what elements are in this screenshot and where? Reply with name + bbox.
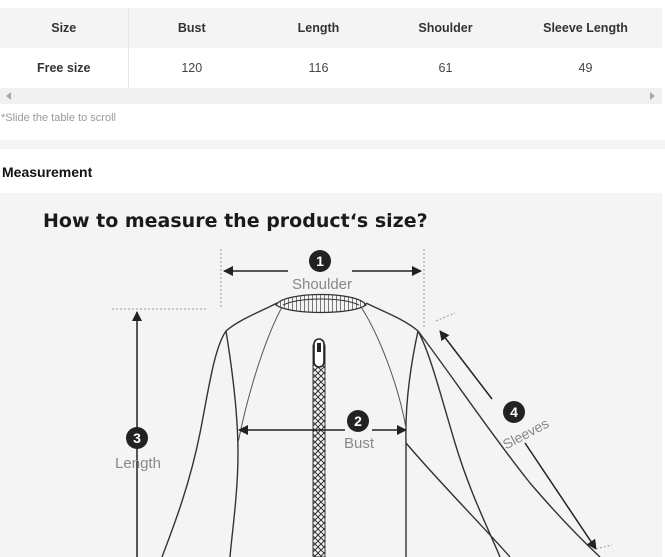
size-table-container[interactable]: Size Bust Length Shoulder Sleeve Length … [0,8,665,88]
shoulder-number: 1 [316,253,324,269]
cell-size: Free size [0,48,129,88]
scroll-left-arrow-icon[interactable] [6,92,11,100]
table-horizontal-scrollbar[interactable] [0,88,662,104]
measurement-section-title: Measurement [2,164,93,180]
measurement-image: How to measure the product‘s size? 1 Sho… [0,193,662,557]
size-table-header-row: Size Bust Length Shoulder Sleeve Length [0,8,662,48]
cell-shoulder: 61 [438,61,453,75]
header-sleeve-length: Sleeve Length [543,21,628,35]
measure-heading: How to measure the product‘s size? [43,210,428,232]
section-divider [0,140,665,149]
shoulder-label: Shoulder [292,276,352,293]
bust-label: Bust [344,435,375,452]
header-size: Size [0,8,129,48]
header-length: Length [297,21,340,35]
size-table: Size Bust Length Shoulder Sleeve Length … [0,8,662,88]
sleeves-number: 4 [510,404,518,420]
cell-bust: 120 [181,61,203,75]
header-bust: Bust [177,21,206,35]
length-number: 3 [133,430,141,446]
scroll-hint: *Slide the table to scroll [1,112,116,124]
jacket-diagram: How to measure the product‘s size? 1 Sho… [43,210,613,557]
cell-sleeve-length: 49 [578,61,593,75]
header-shoulder: Shoulder [418,21,473,35]
cell-length: 116 [308,61,329,75]
length-label: Length [115,455,161,472]
scroll-right-arrow-icon[interactable] [650,92,655,100]
table-row: Free size 120 116 61 49 [0,48,662,88]
bust-number: 2 [354,413,362,429]
